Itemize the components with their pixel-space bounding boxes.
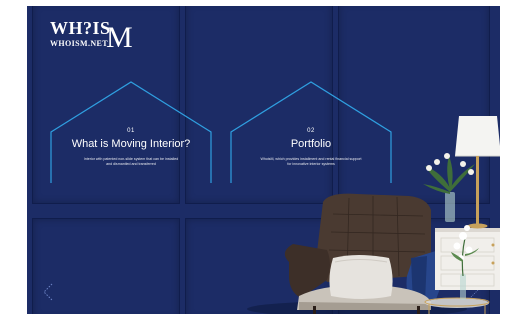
hero-stage: WH?IS WHOISM.NET M 01 What is Moving Int… xyxy=(27,6,500,314)
interior-scene-image xyxy=(247,116,500,314)
